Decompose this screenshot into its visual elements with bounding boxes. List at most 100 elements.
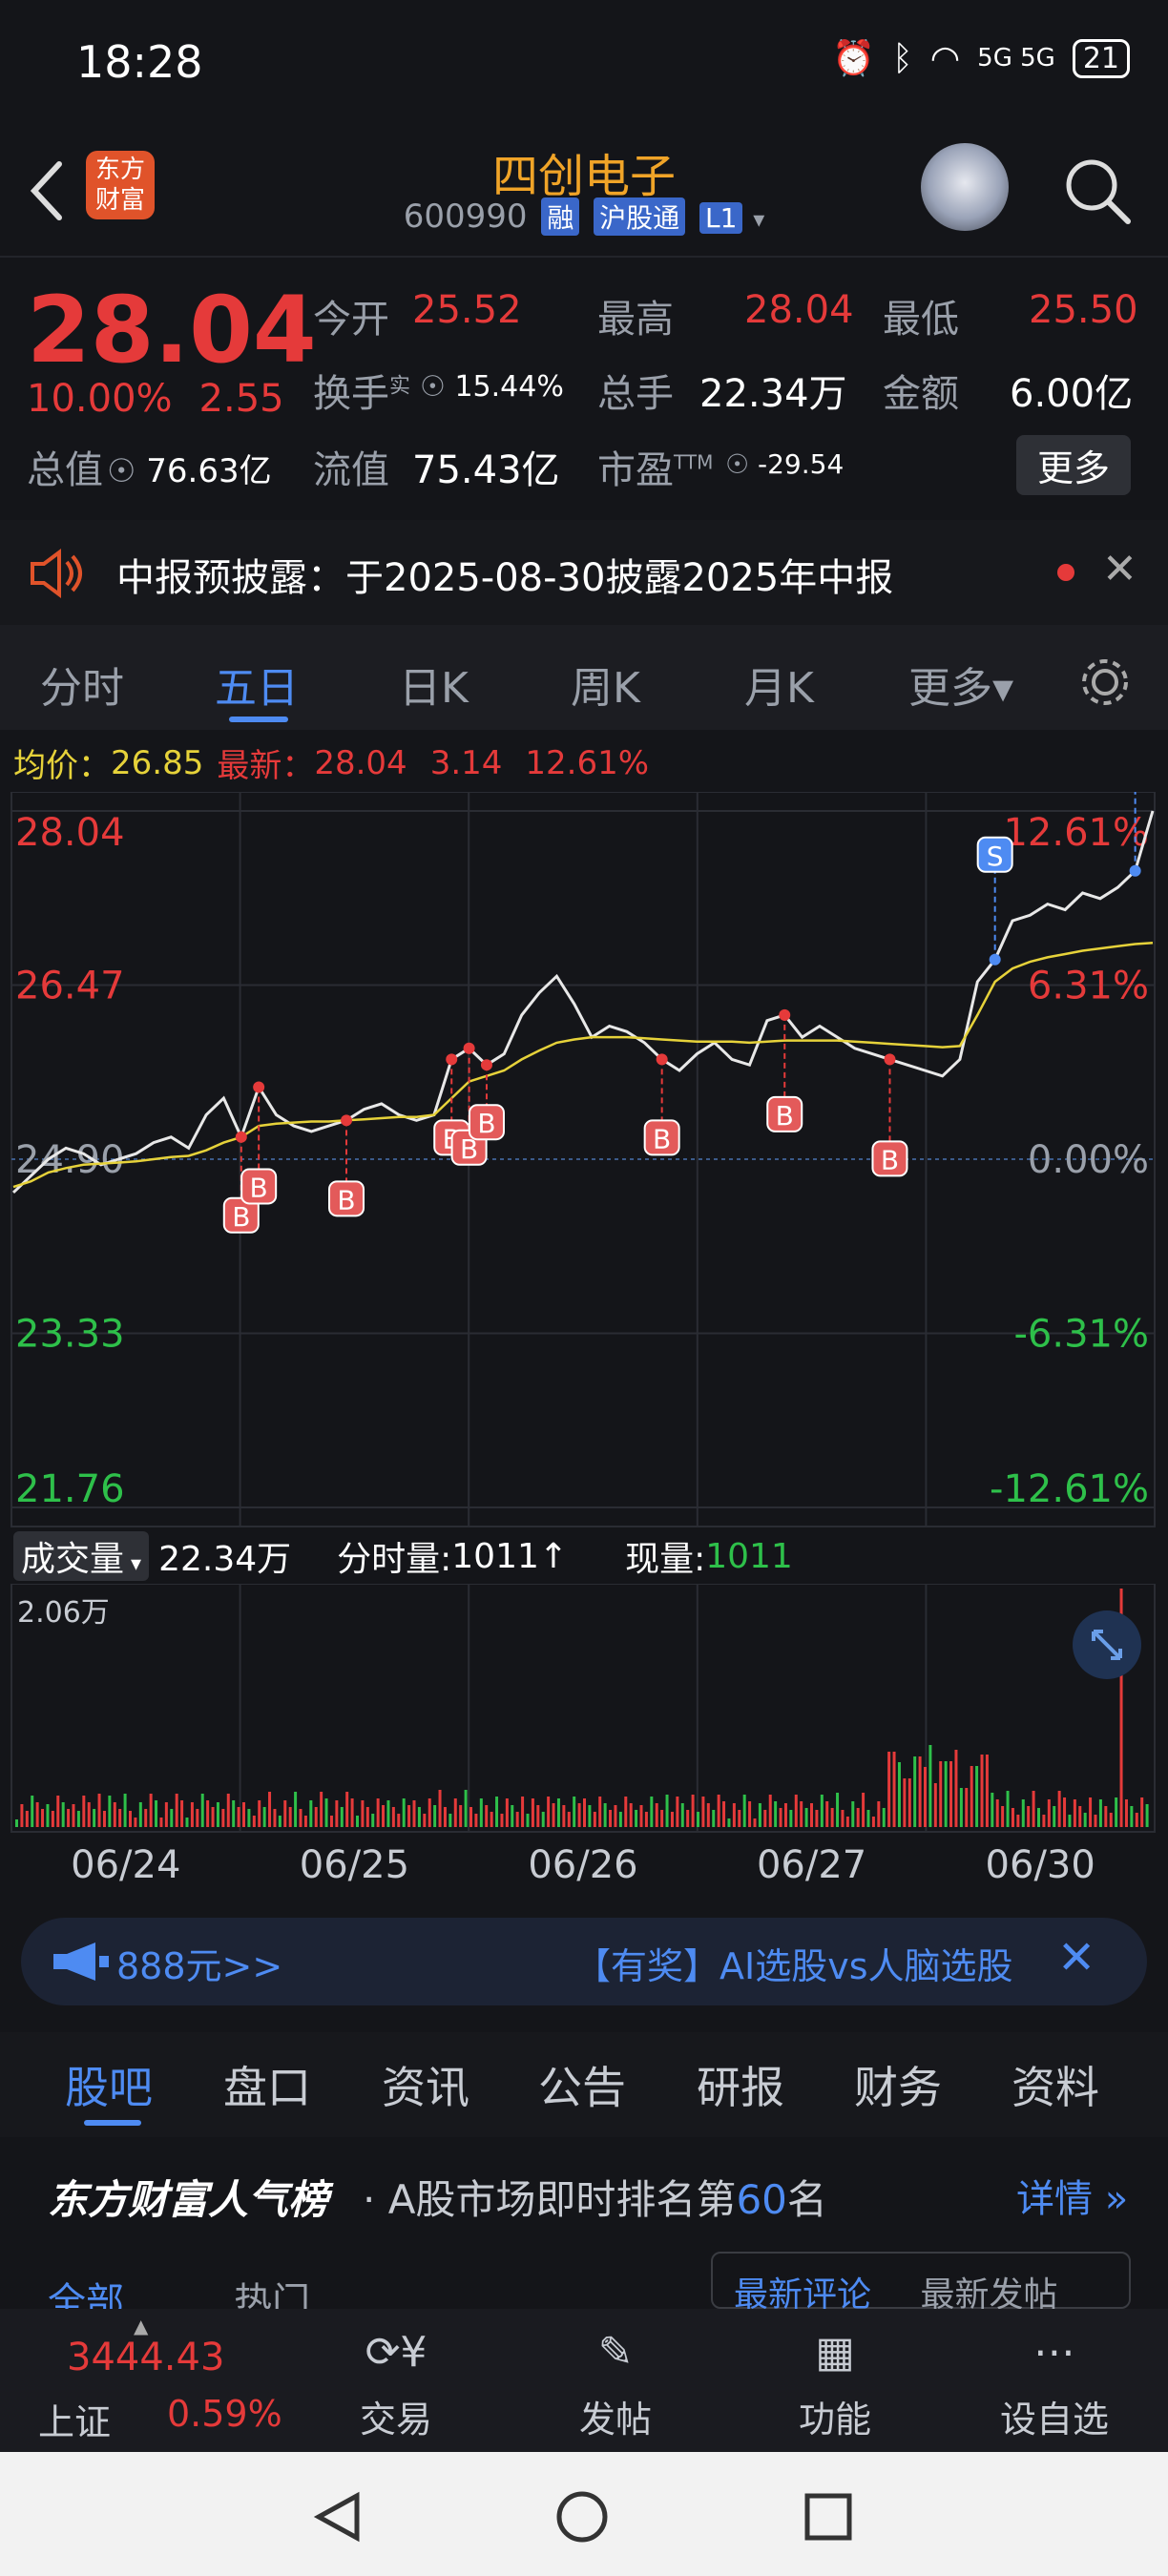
subtab-orderbook[interactable]: 盘口	[223, 2053, 311, 2116]
volume-bar	[609, 1810, 613, 1827]
sell-marker-dot	[1129, 864, 1141, 877]
volume-chart[interactable]: 2.06万 06/24 06/25 06/26 06/27 06/30	[0, 1584, 1168, 1908]
add-watchlist-button[interactable]: ⋯ 设自选	[969, 2328, 1140, 2442]
nav-back-icon[interactable]	[311, 2490, 365, 2544]
search-button[interactable]	[1059, 153, 1136, 233]
volume-bar	[939, 1761, 943, 1827]
popularity-rank[interactable]: 东方财富人气榜 · A股市场即时排名第60名 详情 »	[0, 2137, 1168, 2252]
y-tick-left: 21.76	[15, 1467, 125, 1511]
rank-detail-link[interactable]: 详情 »	[1016, 2168, 1128, 2223]
banner-close-icon[interactable]: ✕	[1057, 1931, 1095, 1984]
tab-more[interactable]: 更多▾	[908, 654, 1013, 715]
tab-five-day[interactable]: 五日	[215, 654, 299, 715]
change-line: 10.00% 2.55	[27, 377, 284, 421]
volume-bar	[913, 1756, 917, 1827]
promo-banner[interactable]: 888元>> 【有奖】AI选股vs人脑选股 ✕	[21, 1918, 1147, 2005]
volume-bar	[933, 1783, 937, 1827]
volume-bar	[985, 1755, 989, 1827]
volume-bar	[1027, 1806, 1031, 1827]
add-watchlist-label: 设自选	[999, 2399, 1109, 2441]
index-pct[interactable]: 0.59%	[167, 2393, 282, 2435]
last-price: 28.04	[27, 277, 317, 384]
more-button[interactable]: 更多	[1016, 435, 1132, 495]
volume-bar	[1001, 1806, 1005, 1827]
now-volume-label: 现量:	[625, 1540, 706, 1579]
status-time: 18:28	[76, 36, 203, 88]
trade-button[interactable]: ⟳¥ 交易	[310, 2328, 482, 2442]
volume-bar	[789, 1810, 793, 1827]
chart-tabs: 分时 五日 日K 周K 月K 更多▾	[0, 625, 1168, 730]
marker-label: B	[653, 1123, 671, 1154]
y-tick-right: -6.31%	[1013, 1313, 1149, 1357]
volume-max-label: 2.06万	[17, 1596, 110, 1630]
system-nav-bar	[0, 2452, 1168, 2576]
volume-bar	[810, 1803, 813, 1827]
volume-bar	[686, 1810, 690, 1827]
volume-bar	[877, 1801, 881, 1827]
rank-text: · A股市场即时排名第60名	[363, 2176, 827, 2223]
volume-bar	[159, 1818, 163, 1827]
close-icon[interactable]: ✕	[1102, 545, 1137, 593]
nav-recents-icon[interactable]	[802, 2490, 855, 2544]
volume-bar	[779, 1808, 782, 1827]
robot-assistant-icon[interactable]	[921, 143, 1009, 231]
buy-marker-dot	[341, 1114, 353, 1127]
sort-toggle[interactable]: 最新评论 最新发帖	[711, 2252, 1131, 2315]
volume-bar	[556, 1798, 560, 1827]
volume-bar	[1094, 1815, 1097, 1827]
subtab-announcements[interactable]: 公告	[538, 2053, 626, 2116]
volume-bar	[1011, 1808, 1014, 1827]
volume-bar	[35, 1802, 39, 1827]
volume-bar	[738, 1810, 741, 1827]
volume-type-selector[interactable]: 成交量 ▾	[13, 1531, 150, 1581]
volume-bar	[41, 1809, 45, 1827]
volume-bar	[490, 1812, 493, 1827]
volume-bar	[562, 1805, 566, 1827]
tab-intraday[interactable]: 分时	[40, 654, 124, 715]
volume-bar	[149, 1794, 153, 1827]
marker-label: B	[477, 1108, 495, 1139]
volume-bar	[15, 1819, 18, 1827]
volume-bar	[356, 1816, 359, 1827]
caret-up-icon: ▲	[134, 2315, 149, 2337]
trade-label: 交易	[359, 2399, 432, 2441]
low-label: 最低	[883, 298, 959, 342]
volume-bar	[309, 1800, 313, 1827]
five-day-price-chart[interactable]: 28.04 12.61%26.47 6.31%24.90 0.00%23.33 -6.3…	[0, 792, 1168, 1536]
settings-gear-icon[interactable]	[1076, 654, 1134, 711]
notice-bar[interactable]: 中报预披露：于2025-08-30披露2025年中报 ✕	[0, 520, 1168, 625]
amount-label: 金额	[883, 372, 959, 416]
post-button[interactable]: ✎ 发帖	[530, 2328, 701, 2442]
subtab-forum[interactable]: 股吧	[65, 2053, 153, 2116]
info-icon: ☉	[420, 370, 455, 404]
volume-bar	[87, 1802, 91, 1827]
volume-bar	[644, 1812, 648, 1827]
tab-weekly-k[interactable]: 周K	[571, 654, 640, 715]
volume-bar	[1145, 1804, 1149, 1827]
volume-bar	[515, 1812, 519, 1827]
volume-bar	[727, 1818, 731, 1827]
functions-button[interactable]: ▦ 功能	[749, 2328, 921, 2442]
volume-bar	[660, 1810, 664, 1827]
tab-daily-k[interactable]: 日K	[399, 654, 469, 715]
volume-bar	[190, 1802, 194, 1827]
subtab-news[interactable]: 资讯	[382, 2053, 469, 2116]
volume-bar	[303, 1816, 307, 1827]
subtab-research[interactable]: 研报	[697, 2053, 784, 2116]
volume-bar	[20, 1804, 24, 1827]
subtab-finance[interactable]: 财务	[854, 2053, 942, 2116]
index-name[interactable]: 上证	[38, 2393, 111, 2445]
volume-bar	[526, 1814, 530, 1827]
volume-bar	[593, 1812, 596, 1827]
tab-monthly-k[interactable]: 月K	[744, 654, 814, 715]
index-value[interactable]: 3444.43	[67, 2336, 224, 2379]
volume-bar	[712, 1810, 716, 1827]
volume-bar	[577, 1803, 581, 1827]
nav-home-icon[interactable]	[555, 2490, 609, 2544]
buy-marker-dot	[446, 1053, 458, 1066]
subtab-profile[interactable]: 资料	[1012, 2053, 1099, 2116]
volume-bar	[443, 1807, 447, 1827]
speaker-icon	[31, 549, 82, 598]
volume-bar	[1135, 1813, 1138, 1827]
volume-bar	[175, 1794, 178, 1827]
